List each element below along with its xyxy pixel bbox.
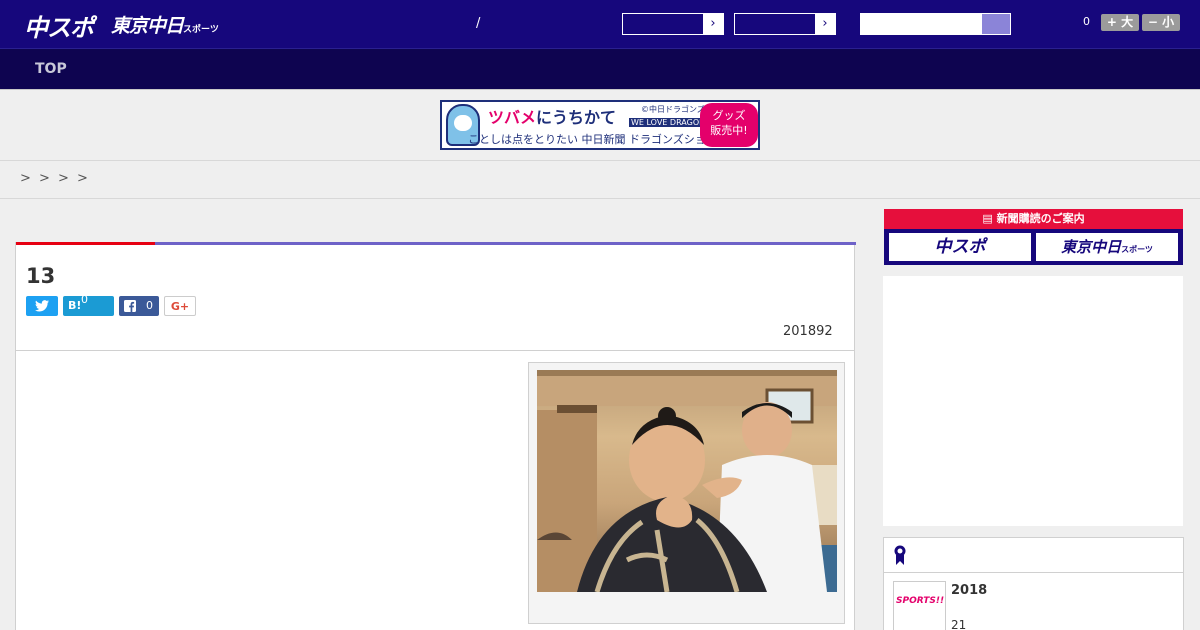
ranking-box: SPORTS!! 2018 21 [883, 537, 1184, 630]
ranking-thumbnail[interactable]: SPORTS!! [893, 581, 946, 630]
twitter-icon [26, 296, 58, 316]
banner-brand: ©中日ドラゴンズ [641, 105, 705, 114]
font-size-decrease-button[interactable]: − 小 [1142, 14, 1180, 31]
newspaper-icon: ▤ [982, 212, 997, 225]
hatena-count: 0 [81, 293, 88, 306]
banner-badge: グッズ販売中! [700, 103, 758, 147]
header-separator: / [476, 16, 481, 31]
ranking-thumbnail-text: SPORTS!! [896, 596, 945, 606]
google-plus-icon: G+ [170, 300, 190, 313]
subscribe-tokyo-button[interactable]: 東京中日スポーツ [1036, 233, 1178, 261]
nav-item-top[interactable]: TOP [35, 61, 67, 77]
subscription-header: ▤ 新聞購読のご案内 [884, 209, 1183, 229]
article-divider [16, 350, 854, 351]
hatena-icon: B! [68, 299, 82, 312]
search-button[interactable] [982, 14, 1010, 34]
ranking-medal-icon [894, 545, 906, 565]
subscription-header-text: 新聞購読のご案内 [996, 212, 1085, 225]
breadcrumb-separator: > [20, 171, 31, 186]
chevron-right-icon: › [703, 14, 723, 34]
breadcrumb-separator: > [58, 171, 69, 186]
ranking-item-title[interactable]: 2018 [951, 583, 987, 598]
tokyo-logo-text: 東京中日 [111, 15, 184, 37]
banner-subline: ことしは点をとりたい 中日新聞 ドラゴンズショップ [468, 133, 728, 146]
category-select-2[interactable]: › [734, 13, 836, 35]
breadcrumb-separator: > [39, 171, 50, 186]
subscription-box: ▤ 新聞購読のご案内 中スポ 東京中日スポーツ [884, 209, 1183, 265]
article-date: 201892 [783, 324, 833, 339]
breadcrumb-separator: > [77, 171, 88, 186]
dragons-shop-banner[interactable]: ツバメにうちかて ことしは点をとりたい 中日新聞 ドラゴンズショップ ©中日ドラ… [440, 100, 760, 150]
banner-headline-rest: にうちかて [536, 108, 617, 127]
banner-headline-accent: ツバメ [488, 108, 537, 127]
badge-line-2: 販売中! [710, 124, 748, 137]
article-top-accent [16, 242, 856, 245]
subscribe-chuspo-button[interactable]: 中スポ [889, 233, 1031, 261]
search-input[interactable] [860, 13, 1011, 35]
sidebar-ad[interactable] [883, 276, 1183, 526]
count-text: 0 [1083, 15, 1090, 28]
breadcrumb: > > > > [0, 161, 1200, 199]
subscribe-tokyo-text: 東京中日 [1061, 238, 1122, 256]
chevron-right-icon: › [815, 14, 835, 34]
article-photo[interactable] [537, 370, 837, 592]
facebook-share-button[interactable]: 0 [119, 296, 159, 316]
chuspo-logo[interactable]: 中スポ [24, 8, 94, 43]
ranking-header [884, 538, 1183, 573]
article-photo-frame [528, 362, 845, 624]
tokyo-chunichi-logo[interactable]: 東京中日スポーツ [111, 11, 219, 38]
ranking-item-subtitle: 21 [951, 618, 967, 630]
article-title: 13 [26, 264, 56, 288]
facebook-count: 0 [146, 299, 153, 312]
twitter-share-button[interactable] [26, 296, 58, 316]
banner-area: ツバメにうちかて ことしは点をとりたい 中日新聞 ドラゴンズショップ ©中日ドラ… [0, 90, 1200, 161]
facebook-icon [124, 296, 136, 316]
site-header: 中スポ 東京中日スポーツ / › › 0 + 大 − 小 [0, 0, 1200, 49]
tokyo-logo-sub: スポーツ [183, 25, 219, 35]
global-nav: TOP [0, 49, 1200, 90]
hatena-bookmark-button[interactable]: B! 0 [63, 293, 114, 316]
badge-line-1: グッズ [712, 109, 746, 122]
category-select-1[interactable]: › [622, 13, 724, 35]
article-card: 13 B! 0 0 G+ 201892 [15, 242, 856, 630]
font-size-increase-button[interactable]: + 大 [1101, 14, 1139, 31]
banner-headline: ツバメにうちかて [488, 104, 616, 128]
subscribe-tokyo-sub: スポーツ [1121, 245, 1153, 254]
google-plus-share-button[interactable]: G+ [164, 296, 196, 316]
